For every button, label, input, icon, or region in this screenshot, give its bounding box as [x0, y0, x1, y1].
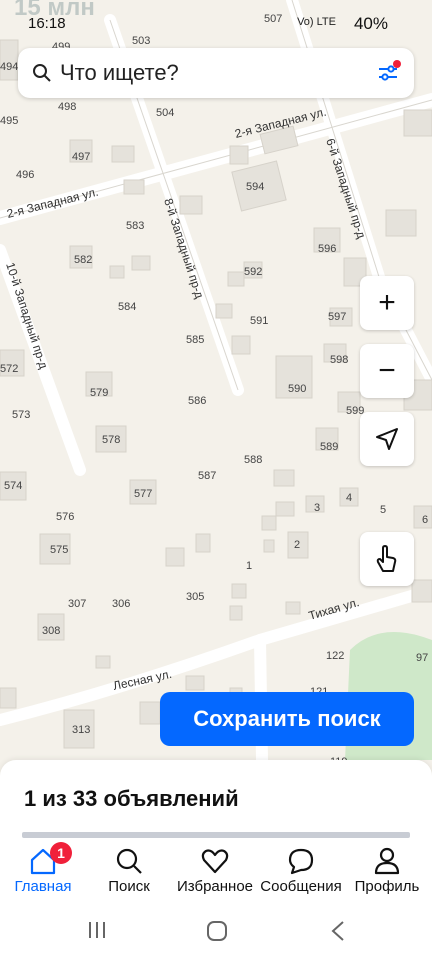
- draw-area-button[interactable]: [360, 532, 414, 586]
- house-number-label: 4: [346, 492, 352, 504]
- battery-level: 40%: [353, 14, 388, 33]
- house-number-label: 305: [186, 591, 204, 603]
- bottom-tab-bar: 1 Главная Поиск Избранное Сообщения Проф…: [0, 838, 432, 900]
- zoom-in-button[interactable]: +: [360, 276, 414, 330]
- heart-icon: [201, 849, 229, 874]
- house-number-label: 495: [0, 115, 18, 127]
- house-number-label: 122: [326, 650, 344, 662]
- house-number-label: 6: [422, 514, 428, 526]
- filter-icon[interactable]: [376, 60, 402, 86]
- house-number-label: 576: [56, 511, 74, 523]
- house-number-label: 308: [42, 625, 60, 637]
- status-time: 16:18: [28, 15, 66, 32]
- house-number-label: 574: [4, 480, 22, 492]
- house-number-label: 597: [328, 311, 346, 323]
- house-number-label: 3: [314, 502, 320, 514]
- tab-messages[interactable]: Сообщения: [258, 838, 344, 900]
- profile-icon: [374, 847, 400, 875]
- house-number-label: 5: [380, 504, 386, 516]
- back-icon[interactable]: [330, 920, 346, 942]
- home-nav-icon[interactable]: [206, 920, 228, 942]
- house-number-label: 585: [186, 334, 204, 346]
- house-number-label: 594: [246, 181, 264, 193]
- tab-favorites[interactable]: Избранное: [172, 838, 258, 900]
- house-number-label: 494: [0, 61, 18, 73]
- house-number-label: 1: [246, 560, 252, 572]
- house-number-label: 573: [12, 409, 30, 421]
- house-number-label: 592: [244, 266, 262, 278]
- search-bar[interactable]: Что ищете?: [18, 48, 414, 98]
- recent-apps-icon[interactable]: [86, 920, 108, 940]
- tab-profile-label: Профиль: [354, 878, 420, 895]
- signal-indicator: Vo) LTE: [297, 16, 336, 28]
- house-number-label: 588: [244, 454, 262, 466]
- house-number-label: 587: [198, 470, 216, 482]
- house-number-label: 572: [0, 363, 18, 375]
- my-location-button[interactable]: [360, 412, 414, 466]
- tab-search[interactable]: Поиск: [86, 838, 172, 900]
- tab-home-label: Главная: [14, 878, 72, 895]
- tab-search-label: Поиск: [108, 878, 150, 895]
- house-number-label: 590: [288, 383, 306, 395]
- house-number-label: 498: [58, 101, 76, 113]
- house-number-label: 591: [250, 315, 268, 327]
- house-number-label: 598: [330, 354, 348, 366]
- house-number-label: 306: [112, 598, 130, 610]
- house-number-label: 582: [74, 254, 92, 266]
- house-number-label: 313: [72, 724, 90, 736]
- chat-icon: [288, 848, 314, 875]
- house-number-label: 579: [90, 387, 108, 399]
- listings-count: 1 из 33 объявлений: [24, 786, 239, 811]
- house-number-label: 504: [156, 107, 174, 119]
- search-placeholder[interactable]: Что ищете?: [60, 60, 179, 86]
- tab-home[interactable]: 1 Главная: [0, 838, 86, 900]
- search-icon: [116, 848, 142, 874]
- house-number-label: 589: [320, 441, 338, 453]
- house-number-label: 577: [134, 488, 152, 500]
- house-number-label: 307: [68, 598, 86, 610]
- tab-profile[interactable]: Профиль: [344, 838, 430, 900]
- tab-messages-label: Сообщения: [260, 878, 342, 895]
- house-number-label: 497: [72, 151, 90, 163]
- house-number-label: 575: [50, 544, 68, 556]
- house-number-label: 586: [188, 395, 206, 407]
- search-icon: [33, 64, 51, 82]
- house-number-label: 496: [16, 169, 34, 181]
- zoom-out-button[interactable]: −: [360, 344, 414, 398]
- house-number-label: 584: [118, 301, 136, 313]
- save-search-button[interactable]: Сохранить поиск: [160, 692, 414, 746]
- house-number-label: 583: [126, 220, 144, 232]
- house-number-label: 578: [102, 434, 120, 446]
- system-nav-bar: [0, 900, 432, 960]
- location-arrow-icon: [376, 428, 398, 450]
- tab-favorites-label: Избранное: [176, 878, 254, 895]
- notification-badge: 1: [50, 842, 72, 864]
- hand-draw-icon: [376, 545, 397, 572]
- house-number-label: 2: [294, 539, 300, 551]
- house-number-label: 596: [318, 243, 336, 255]
- filter-active-dot: [393, 60, 401, 68]
- house-number-label: 97: [416, 652, 428, 664]
- status-bar: 15 млн 16:18 Vo) LTE 40%: [0, 0, 432, 44]
